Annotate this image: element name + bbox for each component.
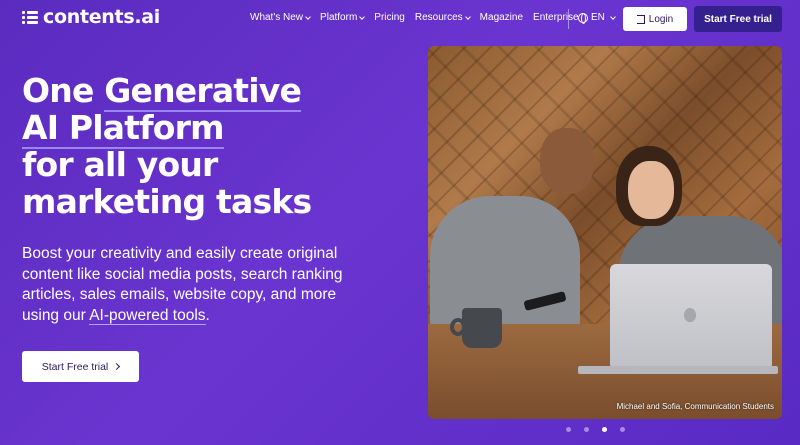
nav-item-platform[interactable]: Platform — [320, 12, 366, 23]
nav-item-resources[interactable]: Resources — [414, 12, 471, 23]
language-label: EN — [591, 12, 605, 23]
chevron-right-icon — [113, 362, 121, 371]
top-navigation: contents.ai What's New Platform Pricing … — [0, 0, 800, 38]
main-menu: What's New Platform Pricing Resources Ma… — [250, 12, 589, 23]
chevron-down-icon — [464, 13, 471, 20]
globe-icon — [578, 12, 588, 24]
ai-tools-link[interactable]: AI-powered tools — [89, 306, 206, 325]
nav-item-label: Pricing — [374, 12, 405, 23]
hero-photo: Michael and Sofia, Communication Student… — [428, 46, 782, 419]
login-icon — [636, 14, 645, 24]
headline-highlight: AI Platform — [22, 108, 225, 149]
chevron-down-icon — [610, 13, 616, 20]
start-free-trial-nav-button[interactable]: Start Free trial — [694, 6, 782, 32]
start-free-trial-hero-button[interactable]: Start Free trial — [22, 351, 139, 382]
nav-divider — [568, 9, 569, 29]
nav-item-label: Resources — [414, 12, 463, 23]
photo-caption: Michael and Sofia, Communication Student… — [616, 402, 774, 411]
nav-item-label: Platform — [320, 12, 358, 23]
nav-item-label: What's New — [250, 12, 304, 23]
coffee-mug — [462, 308, 502, 348]
headline-highlight: Generative — [104, 71, 302, 112]
person-michael — [430, 196, 580, 331]
nav-item-enterprise[interactable]: Enterprise — [533, 12, 579, 23]
carousel-dot[interactable] — [584, 427, 589, 432]
nav-item-magazine[interactable]: Magazine — [480, 12, 523, 23]
carousel-dots — [566, 427, 625, 432]
laptop-base — [578, 366, 778, 374]
login-button[interactable]: Login — [623, 7, 687, 31]
nav-item-label: Magazine — [479, 12, 524, 23]
carousel-dot-active[interactable] — [602, 427, 607, 432]
headline-text: One — [22, 71, 105, 110]
brand-name: contents.ai — [43, 6, 160, 28]
headline-text: for all your — [22, 145, 218, 184]
chevron-down-icon — [359, 13, 366, 20]
nav-item-pricing[interactable]: Pricing — [374, 12, 405, 23]
carousel-dot[interactable] — [566, 427, 571, 432]
chevron-down-icon — [305, 13, 311, 20]
nav-item-whats-new[interactable]: What's New — [250, 12, 311, 23]
list-icon — [22, 10, 38, 24]
hero-headline: One Generative AI Platform for all your … — [22, 71, 322, 221]
language-selector[interactable]: EN — [578, 12, 616, 24]
apple-logo-icon — [684, 308, 696, 322]
login-label: Login — [648, 13, 674, 25]
description-end: . — [205, 306, 210, 324]
trial-label: Start Free trial — [704, 13, 772, 25]
cta-label: Start Free trial — [41, 360, 109, 373]
person-sofia-face — [628, 161, 674, 219]
person-michael-head — [540, 128, 594, 194]
carousel-dot[interactable] — [620, 427, 625, 432]
headline-text: marketing tasks — [22, 182, 312, 221]
brand-logo[interactable]: contents.ai — [22, 6, 160, 28]
nav-item-label: Enterprise — [533, 12, 579, 23]
hero-description: Boost your creativity and easily create … — [22, 244, 372, 326]
